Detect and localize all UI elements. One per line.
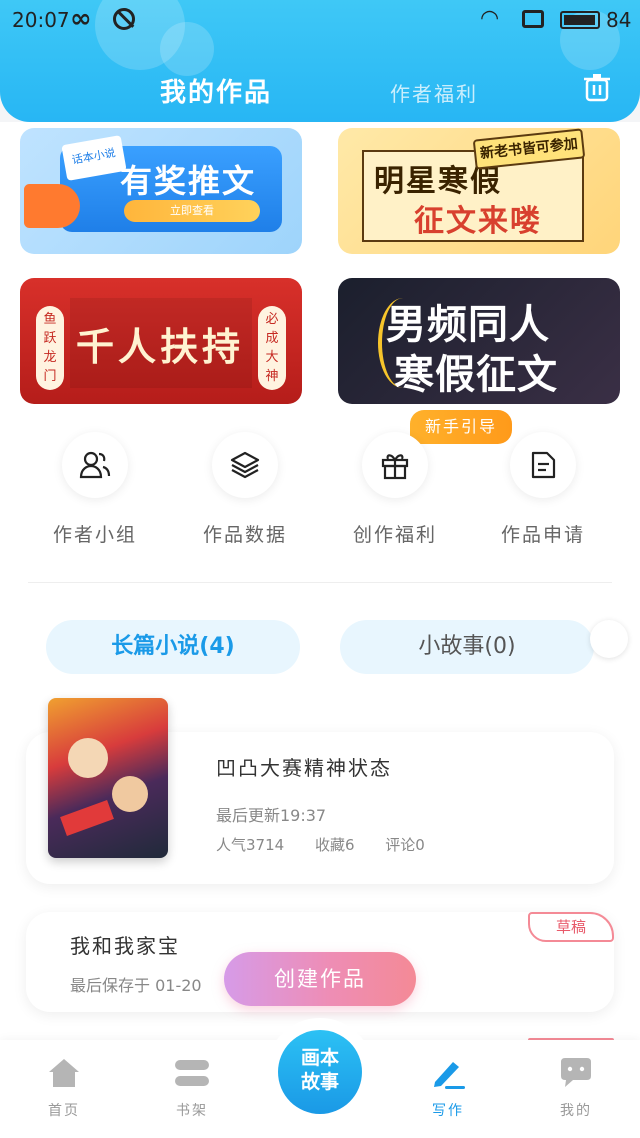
nav-me[interactable]: 我的 bbox=[536, 1056, 616, 1120]
banner-reward-promo[interactable]: 话本小说 有奖推文 立即查看 bbox=[20, 128, 302, 254]
fab-line1: 画本 bbox=[300, 1047, 339, 1069]
quick-label: 创作福利 bbox=[352, 524, 437, 546]
icon-circle bbox=[362, 432, 428, 498]
work-title: 凹凸大赛精神状态 bbox=[216, 756, 392, 780]
quick-author-group[interactable]: 作者小组 bbox=[30, 430, 160, 550]
quick-label: 作者小组 bbox=[52, 524, 137, 546]
banner-male-fanfic[interactable]: 男频同人 寒假征文 bbox=[338, 278, 620, 404]
draft-title: 我和我家宝 bbox=[70, 934, 180, 958]
status-bar: 20:07 ∞ ◠ 84 bbox=[0, 4, 640, 34]
megaphone-icon bbox=[24, 184, 80, 228]
nav-label: 首页 bbox=[48, 1103, 80, 1119]
layers-icon bbox=[230, 451, 260, 479]
quick-label: 作品申请 bbox=[500, 524, 585, 546]
work-favorites: 收藏6 bbox=[314, 836, 355, 854]
quick-label: 作品数据 bbox=[202, 524, 287, 546]
banner-title: 千人扶持 bbox=[76, 324, 245, 369]
infinity-icon: ∞ bbox=[70, 4, 92, 34]
fab-line2: 故事 bbox=[300, 1071, 339, 1093]
nav-bookshelf[interactable]: 书架 bbox=[152, 1056, 232, 1120]
work-cover-image[interactable] bbox=[48, 698, 168, 858]
main-content: 话本小说 有奖推文 立即查看 明星寒假 征文来喽 新老书皆可参加 鱼跃龙门 必成… bbox=[0, 122, 640, 1042]
work-comments: 评论0 bbox=[385, 836, 425, 854]
screen-icon bbox=[522, 10, 544, 28]
battery-icon bbox=[560, 11, 600, 29]
gift-icon bbox=[381, 454, 409, 480]
cover-shape bbox=[60, 800, 114, 836]
quick-creation-benefits[interactable]: 创作福利 bbox=[330, 430, 460, 550]
cover-shape bbox=[68, 738, 108, 778]
work-stats: 人气3714 收藏6 评论0 bbox=[216, 834, 451, 855]
tab-author-benefits[interactable]: 作者福利 bbox=[390, 78, 478, 107]
draft-saved-time: 最后保存于 01-20 bbox=[70, 976, 202, 995]
banner-title-line2: 征文来喽 bbox=[414, 204, 542, 239]
nav-home[interactable]: 首页 bbox=[24, 1056, 104, 1120]
battery-level: 84 bbox=[606, 8, 632, 32]
banner-view-button: 立即查看 bbox=[124, 200, 260, 222]
banner-title-line2: 寒假征文 bbox=[394, 352, 558, 398]
users-icon bbox=[79, 451, 111, 479]
pen-icon bbox=[434, 1062, 465, 1089]
picture-story-button[interactable]: 画本 故事 bbox=[278, 1030, 362, 1114]
nav-label: 写作 bbox=[432, 1103, 464, 1119]
nav-write[interactable]: 写作 bbox=[408, 1056, 488, 1120]
tab-short-stories[interactable]: 小故事(0) bbox=[340, 620, 594, 674]
banner-side-left: 鱼跃龙门 bbox=[36, 306, 64, 390]
tab-long-novels[interactable]: 长篇小说(4) bbox=[46, 620, 300, 674]
icon-circle bbox=[510, 432, 576, 498]
create-work-button[interactable]: 创建作品 bbox=[224, 952, 416, 1006]
banner-thousand-support[interactable]: 鱼跃龙门 必成大神 千人扶持 bbox=[20, 278, 302, 404]
banner-title: 有奖推文 bbox=[120, 162, 257, 200]
home-icon bbox=[49, 1059, 79, 1087]
floating-circle[interactable] bbox=[590, 620, 628, 658]
banner-side-right: 必成大神 bbox=[258, 306, 286, 390]
work-update-time: 最后更新19:37 bbox=[216, 806, 327, 825]
quick-work-apply[interactable]: 作品申请 bbox=[478, 430, 608, 550]
banner-winter-contest[interactable]: 明星寒假 征文来喽 新老书皆可参加 bbox=[338, 128, 620, 254]
top-header: 20:07 ∞ ◠ 84 我的作品 作者福利 bbox=[0, 0, 640, 122]
quick-work-data[interactable]: 作品数据 bbox=[180, 430, 310, 550]
do-not-disturb-icon bbox=[113, 8, 135, 30]
wifi-icon: ◠ bbox=[480, 6, 500, 31]
nav-label: 书架 bbox=[176, 1103, 208, 1119]
draft-badge: 草稿 bbox=[528, 912, 614, 942]
cover-shape bbox=[112, 776, 148, 812]
chat-icon bbox=[561, 1058, 591, 1087]
tab-my-works[interactable]: 我的作品 bbox=[160, 72, 272, 109]
nav-label: 我的 bbox=[560, 1103, 592, 1119]
document-icon bbox=[531, 451, 556, 479]
bookshelf-icon bbox=[175, 1060, 209, 1086]
status-time: 20:07 bbox=[12, 8, 70, 32]
trash-icon[interactable] bbox=[584, 74, 610, 102]
work-popularity: 人气3714 bbox=[216, 836, 285, 854]
divider bbox=[28, 582, 612, 583]
icon-circle bbox=[62, 432, 128, 498]
icon-circle bbox=[212, 432, 278, 498]
